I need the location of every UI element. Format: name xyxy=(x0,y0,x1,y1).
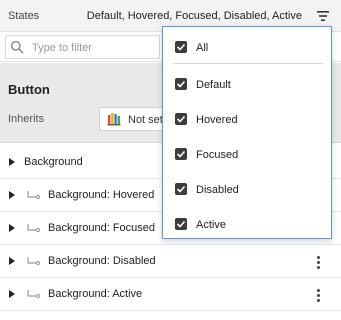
states-value[interactable]: Default, Hovered, Focused, Disabled, Act… xyxy=(87,10,302,22)
filter-field[interactable] xyxy=(5,35,160,59)
dropdown-item-label: Focused xyxy=(196,149,239,161)
filter-input[interactable] xyxy=(32,39,157,56)
checkmark-icon xyxy=(176,220,186,228)
checkbox-active[interactable] xyxy=(175,218,187,230)
palette-icon xyxy=(107,112,121,126)
filter-icon[interactable] xyxy=(315,8,331,24)
checkbox-disabled[interactable] xyxy=(175,183,187,195)
expand-caret-icon[interactable] xyxy=(9,191,15,199)
property-label: Background: Active xyxy=(48,288,143,300)
more-vertical-icon[interactable] xyxy=(314,254,324,270)
states-label: States xyxy=(8,10,40,22)
checkmark-icon xyxy=(176,185,186,193)
checkmark-icon xyxy=(176,80,186,88)
section-title: Button xyxy=(8,82,50,97)
link-arrow-icon xyxy=(26,222,41,234)
dropdown-item-label: Hovered xyxy=(196,114,238,126)
link-arrow-icon xyxy=(26,288,41,300)
checkbox-default[interactable] xyxy=(175,78,187,90)
property-row-background-disabled[interactable]: Background: Disabled xyxy=(0,245,341,278)
property-row-background-active[interactable]: Background: Active xyxy=(0,278,341,311)
checkmark-icon xyxy=(176,150,186,158)
dropdown-item-disabled[interactable]: Disabled xyxy=(163,177,331,201)
inherits-label: Inherits xyxy=(8,113,45,125)
dropdown-item-active[interactable]: Active xyxy=(163,212,331,236)
checkbox-all[interactable] xyxy=(175,41,187,53)
expand-caret-icon[interactable] xyxy=(9,257,15,265)
property-label: Background xyxy=(24,156,83,168)
dropdown-item-label: Disabled xyxy=(196,184,239,196)
link-arrow-icon xyxy=(26,189,41,201)
property-label: Background: Hovered xyxy=(48,189,155,201)
expand-caret-icon[interactable] xyxy=(9,290,15,298)
dropdown-item-label: All xyxy=(196,42,209,54)
more-vertical-icon[interactable] xyxy=(314,287,324,303)
checkmark-icon xyxy=(176,43,186,51)
inherits-value: Not set xyxy=(128,114,163,126)
expand-caret-icon[interactable] xyxy=(9,224,15,232)
dropdown-item-label: Default xyxy=(196,79,231,91)
dropdown-divider xyxy=(173,63,323,64)
search-icon xyxy=(10,40,24,54)
dropdown-item-hovered[interactable]: Hovered xyxy=(163,107,331,131)
dropdown-item-default[interactable]: Default xyxy=(163,72,331,96)
checkbox-hovered[interactable] xyxy=(175,113,187,125)
checkbox-focused[interactable] xyxy=(175,148,187,160)
expand-caret-icon[interactable] xyxy=(9,158,15,166)
checkmark-icon xyxy=(176,115,186,123)
dropdown-item-label: Active xyxy=(196,219,226,231)
property-label: Background: Focused xyxy=(48,222,156,234)
link-arrow-icon xyxy=(26,255,41,267)
dropdown-item-focused[interactable]: Focused xyxy=(163,142,331,166)
property-label: Background: Disabled xyxy=(48,255,156,267)
states-dropdown: All Default Hovered Focused Disabled Act… xyxy=(162,26,332,239)
dropdown-item-all[interactable]: All xyxy=(163,35,331,59)
